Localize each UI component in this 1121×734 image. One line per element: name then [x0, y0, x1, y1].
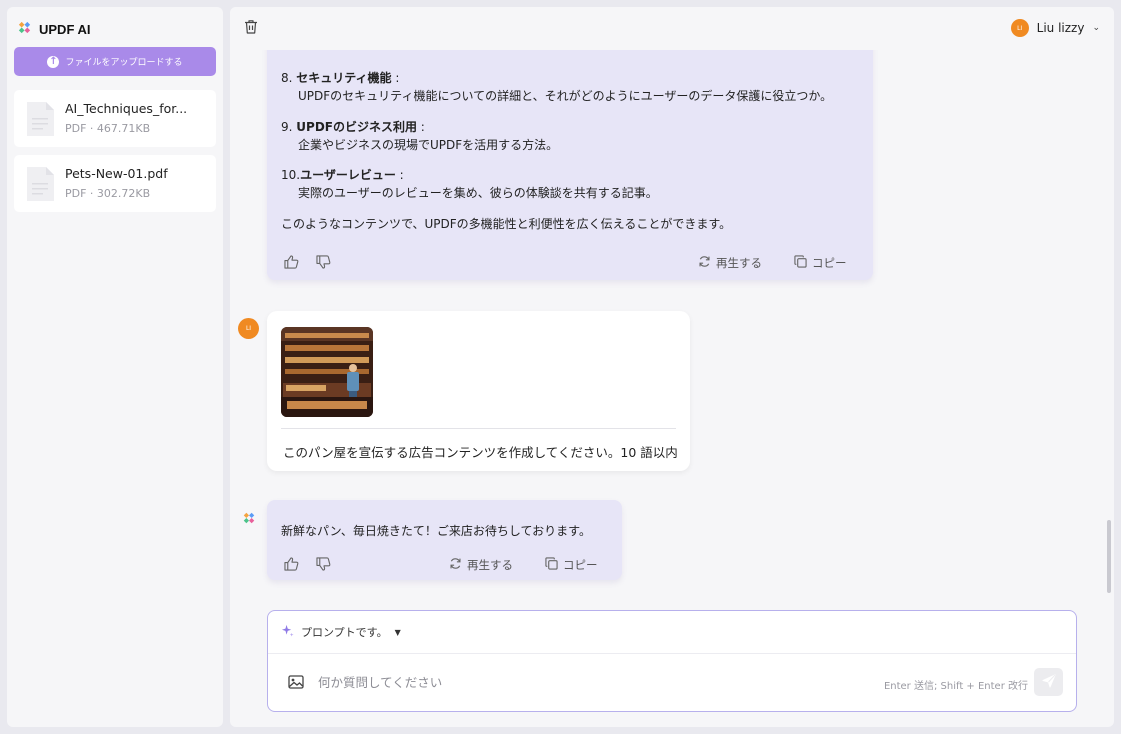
file-name: Pets-New-01.pdf — [65, 166, 168, 181]
sparkle-icon — [281, 624, 294, 640]
keyboard-hint: Enter 送信; Shift + Enter 改行 — [883, 681, 1028, 692]
user-message: このパン屋を宣伝する広告コンテンツを作成してください。10 語以内 — [267, 311, 690, 471]
brand[interactable]: UPDF AI — [17, 20, 91, 39]
item-colon: : — [416, 120, 425, 134]
user-menu[interactable]: LI Liu lizzy ⌄ — [1010, 19, 1100, 37]
image-upload-icon[interactable] — [288, 674, 304, 693]
prompt-selector[interactable]: プロンプトです。 ▼ — [281, 624, 401, 640]
chevron-down-icon: ⌄ — [1092, 23, 1100, 33]
scrollbar-thumb[interactable] — [1107, 520, 1111, 593]
caret-down-icon: ▼ — [394, 627, 401, 637]
item-description: 企業やビジネスの現場でUPDFを活用する方法。 — [298, 138, 559, 152]
list-item: 9. UPDFのビジネス利用 : — [281, 118, 425, 135]
divider — [281, 428, 676, 429]
item-colon: : — [391, 71, 400, 85]
thumbs-down-icon[interactable] — [316, 255, 331, 269]
item-description: 実際のユーザーのレビューを集め、彼らの体験談を共有する記事。 — [298, 186, 658, 200]
upload-icon: ↑ — [47, 55, 60, 68]
conclusion-text: このようなコンテンツで、UPDFの多機能性と利便性を広く伝えることができます。 — [281, 217, 732, 231]
document-icon — [25, 101, 55, 141]
bakery-image[interactable] — [281, 327, 373, 417]
document-icon — [25, 166, 55, 206]
item-description: UPDFのセキュリティ機能についての詳細と、それがどのようにユーザーのデータ保護… — [298, 89, 833, 103]
avatar: LI — [238, 318, 259, 339]
copy-icon — [794, 255, 807, 271]
file-item[interactable]: AI_Techniques_for... PDF · 467.71KB — [14, 90, 216, 147]
upload-file-button[interactable]: ↑ ファイルをアップロードする — [14, 47, 216, 76]
item-title: ユーザーレビュー — [300, 168, 396, 182]
regenerate-icon — [698, 255, 711, 271]
copy-label: コピー — [563, 558, 598, 572]
user-message-text: このパン屋を宣伝する広告コンテンツを作成してください。10 語以内 — [283, 445, 678, 460]
ai-message-text: 新鮮なパン、毎日焼きたて！ご来店お待ちしております。 — [281, 524, 591, 538]
chat-panel: 8. セキュリティ機能 : UPDFのセキュリティ機能についての詳細と、それがど… — [230, 7, 1114, 727]
item-number: 10. — [281, 168, 301, 182]
copy-button[interactable]: コピー — [545, 557, 598, 573]
regenerate-icon — [449, 557, 462, 573]
prompt-label: プロンプトです。 — [301, 626, 388, 639]
user-name: Liu lizzy — [1036, 21, 1085, 35]
send-button[interactable] — [1034, 668, 1063, 696]
thumbs-down-icon[interactable] — [316, 557, 331, 571]
regenerate-button[interactable]: 再生する — [449, 557, 513, 573]
list-item: 10.ユーザーレビュー : — [281, 166, 404, 183]
copy-button[interactable]: コピー — [794, 255, 847, 271]
divider — [268, 653, 1076, 654]
file-item[interactable]: Pets-New-01.pdf PDF · 302.72KB — [14, 155, 216, 212]
updf-logo-icon — [17, 20, 32, 39]
message-composer: プロンプトです。 ▼ Enter 送信; Shift + Enter 改行 — [267, 610, 1077, 712]
item-number: 8. — [281, 71, 293, 85]
list-item: 8. セキュリティ機能 : — [281, 69, 399, 86]
regenerate-button[interactable]: 再生する — [698, 255, 762, 271]
updf-ai-avatar-icon — [242, 510, 256, 529]
message-input[interactable] — [318, 669, 858, 695]
sidebar: UPDF AI ↑ ファイルをアップロードする AI_Techniques_fo… — [7, 7, 223, 727]
feedback-actions — [284, 255, 331, 269]
trash-icon[interactable] — [244, 19, 258, 38]
file-meta: PDF · 302.72KB — [65, 187, 151, 200]
file-name: AI_Techniques_for... — [65, 101, 188, 116]
regenerate-label: 再生する — [467, 558, 513, 572]
file-meta: PDF · 467.71KB — [65, 122, 151, 135]
send-icon — [1042, 673, 1056, 692]
copy-icon — [545, 557, 558, 573]
chat-header: LI Liu lizzy ⌄ — [230, 7, 1114, 50]
avatar: LI — [1010, 19, 1029, 37]
item-number: 9. — [281, 120, 293, 134]
upload-label: ファイルをアップロードする — [65, 58, 183, 68]
copy-label: コピー — [812, 256, 847, 270]
feedback-actions — [284, 557, 331, 571]
thumbs-up-icon[interactable] — [284, 557, 299, 571]
item-title: セキュリティ機能 — [296, 71, 392, 85]
item-title: UPDFのビジネス利用 — [296, 120, 417, 134]
item-colon: : — [395, 168, 404, 182]
regenerate-label: 再生する — [716, 256, 762, 270]
ai-message: 新鮮なパン、毎日焼きたて！ご来店お待ちしております。 再生する コピー — [267, 500, 622, 580]
brand-name: UPDF AI — [39, 22, 91, 37]
thumbs-up-icon[interactable] — [284, 255, 299, 269]
